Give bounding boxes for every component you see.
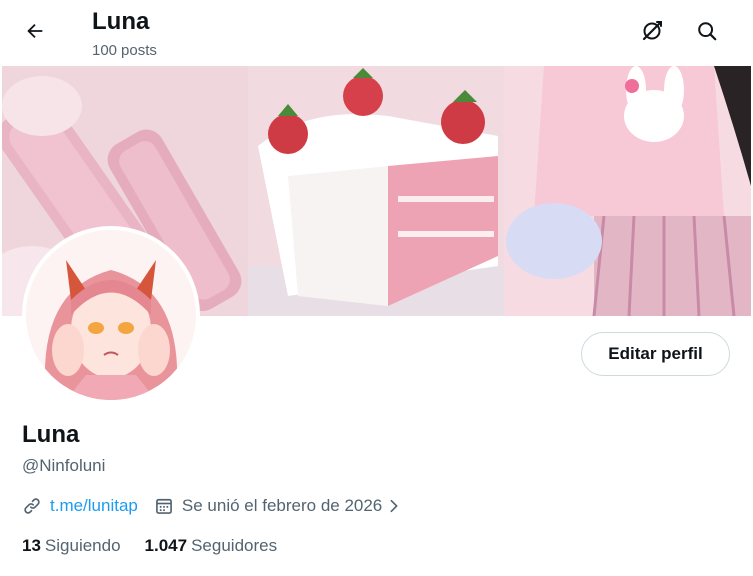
grok-button[interactable]: [634, 15, 670, 51]
banner-image-girl: [504, 66, 751, 316]
profile-avatar[interactable]: [22, 226, 200, 404]
chevron-right-icon: [386, 498, 402, 514]
followers-count: 1.047: [144, 536, 188, 555]
calendar-icon: [154, 496, 174, 516]
following-count: 13: [22, 536, 41, 555]
profile-handle: @Ninfoluni: [22, 456, 106, 475]
following-label: Siguiendo: [44, 536, 121, 555]
profile-website-link[interactable]: t.me/lunitap: [50, 496, 138, 516]
back-button[interactable]: [17, 15, 53, 51]
arrow-left-icon: [24, 20, 46, 47]
top-bar: Luna 100 posts: [0, 0, 753, 66]
joined-text: Se unió el febrero de 2026: [181, 496, 383, 515]
following-link[interactable]: 13 Siguiendo: [22, 536, 121, 556]
search-button[interactable]: [689, 15, 725, 51]
profile-joined-date[interactable]: Se unió el febrero de 2026: [154, 496, 402, 516]
avatar-image: [26, 230, 196, 400]
header-title: Luna: [92, 8, 150, 35]
profile-meta-row: t.me/lunitap Se unió el febrero de 2026: [22, 495, 402, 517]
search-icon: [696, 20, 718, 47]
profile-display-name: Luna: [22, 421, 80, 448]
grok-icon: [640, 19, 664, 48]
follow-stats: 13 Siguiendo 1.047 Seguidores: [22, 536, 301, 556]
posts-count: 100: [92, 42, 118, 59]
header-post-count: 100 posts: [92, 42, 157, 59]
posts-label: posts: [121, 42, 157, 59]
followers-label: Seguidores: [191, 536, 278, 555]
edit-profile-button[interactable]: Editar perfil: [581, 332, 730, 376]
followers-link[interactable]: 1.047 Seguidores: [145, 536, 278, 556]
banner-image-cake: [248, 66, 504, 316]
link-icon: [22, 496, 42, 516]
